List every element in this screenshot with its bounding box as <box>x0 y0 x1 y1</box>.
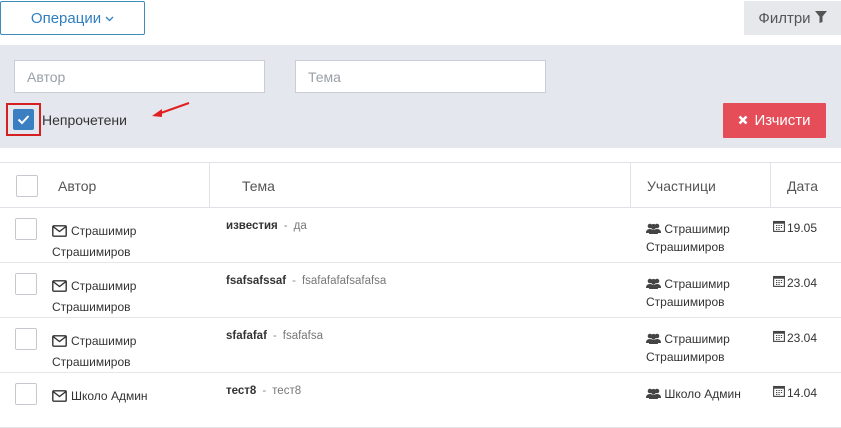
participant-last: Страшимиров <box>646 240 725 254</box>
checkmark-icon <box>17 115 30 125</box>
topic-preview: да <box>293 220 307 232</box>
chevron-down-icon <box>105 14 114 25</box>
author-last: Страшимиров <box>52 300 131 314</box>
row-participants: Страшимир Страшимиров <box>646 220 766 256</box>
unread-checkbox[interactable] <box>13 109 34 130</box>
date-value: 14.04 <box>787 385 818 400</box>
calendar-icon <box>773 385 785 400</box>
topic-subject: тест8 <box>226 385 257 397</box>
date-value: 23.04 <box>787 330 818 345</box>
participant-first: Школо Админ <box>664 387 741 401</box>
topic-filter-input[interactable] <box>295 60 546 93</box>
top-toolbar: Операции Филтри <box>0 0 841 45</box>
row-participants: Страшимир Страшимиров <box>646 275 766 311</box>
users-icon <box>646 332 664 346</box>
table-header: Автор Тема Участници Дата <box>0 162 841 208</box>
row-topic: известия - да <box>226 220 307 232</box>
unread-label[interactable]: Непрочетени <box>42 112 127 128</box>
row-checkbox[interactable] <box>15 383 37 405</box>
topic-preview: тест8 <box>272 385 302 397</box>
date-value: 23.04 <box>787 275 818 290</box>
author-last: Страшимиров <box>52 355 131 369</box>
topic-separator: - <box>292 275 296 287</box>
row-participants: Страшимир Страшимиров <box>646 330 766 366</box>
topic-preview: fsafafsa <box>282 330 324 342</box>
topic-preview: fsafafafafsafafsa <box>301 275 387 287</box>
filters-label: Филтри <box>758 9 811 27</box>
header-participants[interactable]: Участници <box>647 163 716 208</box>
header-topic[interactable]: Тема <box>242 163 275 208</box>
table-row[interactable]: Страшимир Страшимиров fsafsafssaf - fsafaf… <box>0 263 841 318</box>
row-author: Страшимир Страшимиров <box>52 277 202 317</box>
author-first: Школо Админ <box>71 389 148 403</box>
participant-last: Страшимиров <box>646 295 725 309</box>
annotation-arrow-icon <box>152 102 190 117</box>
table-row[interactable]: Страшимир Страшимиров известия - да Страши… <box>0 208 841 263</box>
topic-separator: - <box>283 220 288 232</box>
row-date: 14.04 <box>773 385 817 400</box>
calendar-icon <box>773 275 785 290</box>
filter-icon <box>814 10 827 27</box>
row-topic: sfafafaf - fsafafsa <box>226 330 323 342</box>
unread-filter: Непрочетени <box>6 103 127 136</box>
header-date[interactable]: Дата <box>787 163 818 208</box>
calendar-icon <box>773 220 785 235</box>
row-topic: fsafsafssaf - fsafafafafsafafsa <box>226 275 386 287</box>
header-author[interactable]: Автор <box>58 163 96 208</box>
date-value: 19.05 <box>787 220 818 235</box>
row-checkbox[interactable] <box>15 218 37 240</box>
topic-separator: - <box>272 330 277 342</box>
users-icon <box>646 387 664 401</box>
participant-last: Страшимиров <box>646 350 725 364</box>
participant-first: Страшимир <box>664 277 730 291</box>
operations-button[interactable]: Операции <box>0 1 145 35</box>
table-row[interactable]: Страшимир Страшимиров sfafafaf - fsafafsa … <box>0 318 841 373</box>
table-body: Страшимир Страшимиров известия - да Страши… <box>0 208 841 428</box>
row-date: 19.05 <box>773 220 817 235</box>
operations-label: Операции <box>30 9 102 27</box>
row-checkbox[interactable] <box>15 273 37 295</box>
participant-first: Страшимир <box>664 332 730 346</box>
select-all-checkbox[interactable] <box>16 175 38 197</box>
author-last: Страшимиров <box>52 245 131 259</box>
topic-subject: известия <box>226 220 278 232</box>
topic-subject: fsafsafssaf <box>226 275 287 287</box>
row-author: Страшимир Страшимиров <box>52 332 202 372</box>
row-participants: Школо Админ <box>646 385 766 403</box>
participant-first: Страшимир <box>664 222 730 236</box>
topic-subject: sfafafaf <box>226 330 267 342</box>
clear-label: Изчисти <box>754 112 811 129</box>
envelope-icon <box>52 389 67 408</box>
users-icon <box>646 222 664 236</box>
messages-table: Автор Тема Участници Дата Страшимир Стра… <box>0 162 841 428</box>
envelope-icon <box>52 279 67 298</box>
header-divider <box>770 163 771 208</box>
topic-separator: - <box>262 385 267 397</box>
row-date: 23.04 <box>773 330 817 345</box>
row-date: 23.04 <box>773 275 817 290</box>
envelope-icon <box>52 334 67 353</box>
header-divider <box>209 163 210 208</box>
table-row[interactable]: Школо Админ тест8- тест8 Школо Админ 14.0… <box>0 373 841 428</box>
author-first: Страшимир <box>71 279 137 293</box>
filter-panel: Непрочетени Изчисти <box>0 45 841 148</box>
filters-button[interactable]: Филтри <box>744 1 841 35</box>
close-icon <box>738 112 748 129</box>
envelope-icon <box>52 224 67 243</box>
row-checkbox[interactable] <box>15 328 37 350</box>
author-first: Страшимир <box>71 334 137 348</box>
row-author: Школо Админ <box>52 387 202 408</box>
author-first: Страшимир <box>71 224 137 238</box>
users-icon <box>646 277 664 291</box>
clear-button[interactable]: Изчисти <box>723 103 826 138</box>
row-topic: тест8- тест8 <box>226 385 301 397</box>
row-author: Страшимир Страшимиров <box>52 222 202 262</box>
unread-checkbox-highlight <box>6 103 41 136</box>
author-filter-input[interactable] <box>14 60 265 93</box>
calendar-icon <box>773 330 785 345</box>
header-divider <box>630 163 631 208</box>
